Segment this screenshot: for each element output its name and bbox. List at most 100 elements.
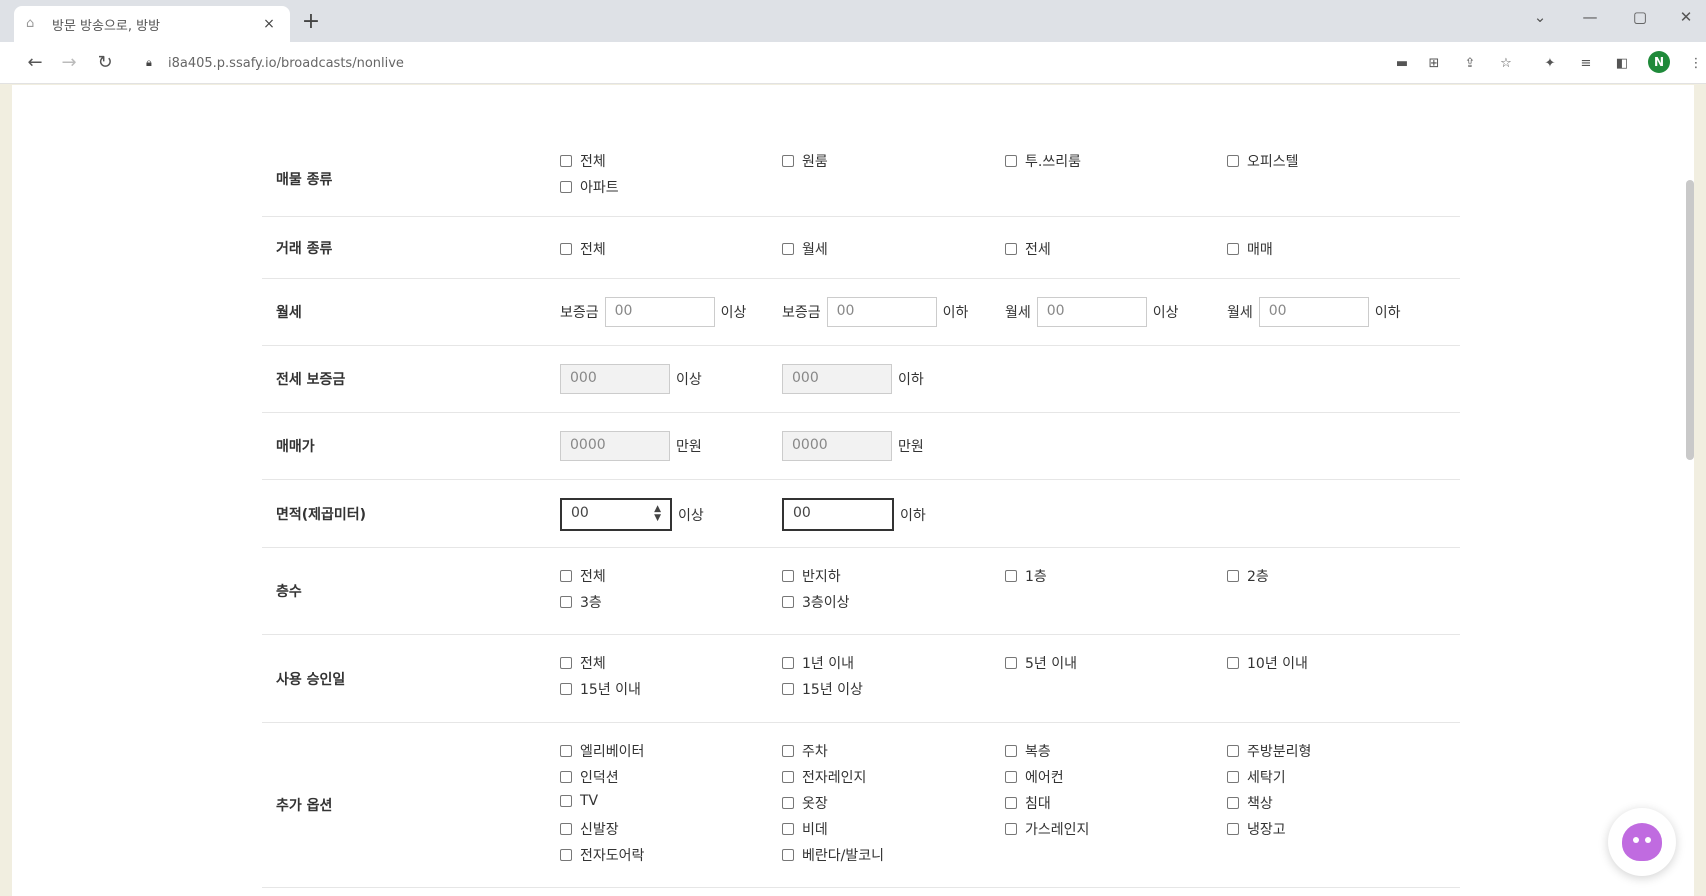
address-bar[interactable]: 🔒︎ i8a405.p.ssafy.io/broadcasts/nonlive	[134, 48, 1384, 78]
checkbox-floor-1[interactable]: 1층	[1005, 566, 1047, 586]
checkbox-label: 5년 이내	[1025, 656, 1077, 672]
deposit-max-input[interactable]: 00	[826, 297, 937, 327]
checkbox-extra-closet[interactable]: 옷장	[782, 793, 828, 813]
checkbox-room-all[interactable]: 전체	[560, 151, 606, 171]
range-prefix: 월세	[1227, 305, 1253, 321]
checkbox-floor-basement[interactable]: 반지하	[782, 566, 841, 586]
checkbox-label: TV	[580, 793, 599, 809]
row-label: 거래 종류	[276, 240, 333, 257]
checkbox-room-oneroom[interactable]: 원룸	[782, 151, 828, 171]
checkbox-label: 3층	[580, 595, 602, 611]
checkbox-floor-all[interactable]: 전체	[560, 566, 606, 586]
checkbox-extra-induction[interactable]: 인덕션	[560, 767, 619, 787]
translate-icon[interactable]: ⊞	[1424, 54, 1444, 74]
checkbox-extra-microwave[interactable]: 전자레인지	[782, 767, 866, 787]
new-tab-button[interactable]: +	[298, 10, 324, 36]
checkbox-extra-washer[interactable]: 세탁기	[1227, 767, 1286, 787]
checkbox-label: 인덕션	[580, 770, 619, 786]
bookmark-star-icon[interactable]: ☆	[1496, 54, 1516, 74]
row-label: 전세 보증금	[276, 372, 346, 388]
sale-min-input[interactable]: 0000	[560, 431, 670, 461]
range-sale-min: 0000 만원	[554, 431, 702, 461]
checkbox-room-officetel[interactable]: 오피스텔	[1227, 151, 1299, 171]
maximize-icon[interactable]: ▢	[1620, 8, 1660, 26]
checkbox-approval-15y-over[interactable]: 15년 이상	[782, 679, 863, 699]
checkbox-extra-tv[interactable]: TV	[560, 793, 598, 809]
range-area-max: 00 이하	[776, 498, 926, 531]
forward-arrow-icon[interactable]: →	[56, 51, 82, 77]
checkbox-extra-parking[interactable]: 주차	[782, 741, 828, 761]
area-max-input[interactable]: 00	[782, 498, 894, 531]
menu-kebab-icon[interactable]: ⋮	[1686, 54, 1706, 74]
area-min-input[interactable]: 00 ▲ ▼	[560, 498, 672, 531]
checkbox-deal-jeonse[interactable]: 전세	[1005, 239, 1051, 259]
camera-icon[interactable]: ▬	[1392, 54, 1412, 74]
range-suffix: 이하	[900, 507, 926, 524]
range-suffix: 이하	[1374, 305, 1401, 321]
range-suffix: 이상	[720, 305, 747, 321]
checkbox-label: 베란다/발코니	[802, 848, 884, 864]
checkbox-extra-door-lock[interactable]: 전자도어락	[560, 845, 644, 865]
lock-icon: 🔒︎	[146, 56, 152, 69]
range-prefix: 보증금	[782, 305, 821, 321]
deposit-min-input[interactable]: 00	[604, 297, 715, 327]
range-jeonse-min: 000 이상	[554, 364, 702, 394]
jeonse-max-input[interactable]: 000	[782, 364, 892, 394]
checkbox-extra-elevator[interactable]: 엘리베이터	[560, 741, 644, 761]
checkbox-extra-bed[interactable]: 침대	[1005, 793, 1051, 813]
checkbox-extra-balcony[interactable]: 베란다/발코니	[782, 845, 884, 865]
range-suffix: 이하	[942, 305, 969, 321]
share-icon[interactable]: ⇪	[1460, 54, 1480, 74]
checkbox-room-tworoom[interactable]: 투.쓰리룸	[1005, 151, 1081, 171]
checkbox-extra-shoe-rack[interactable]: 신발장	[560, 819, 619, 839]
range-area-min: 00 ▲ ▼ 이상	[554, 498, 704, 531]
extensions-icon[interactable]: ✦	[1540, 54, 1560, 74]
checkbox-deal-all[interactable]: 전체	[560, 239, 606, 259]
checkbox-room-apartment[interactable]: 아파트	[560, 177, 619, 197]
checkbox-label: 반지하	[802, 569, 841, 585]
tab-close-icon[interactable]: ×	[260, 16, 278, 32]
checkbox-floor-3plus[interactable]: 3층이상	[782, 592, 850, 612]
range-prefix: 보증금	[560, 305, 599, 321]
checkbox-deal-sale[interactable]: 매매	[1227, 239, 1273, 259]
checkbox-extra-separate-kitchen[interactable]: 주방분리형	[1227, 741, 1311, 761]
checkbox-extra-aircon[interactable]: 에어컨	[1005, 767, 1064, 787]
chatbot-button[interactable]	[1608, 808, 1676, 876]
row-label: 매매가	[276, 439, 315, 455]
checkbox-floor-2[interactable]: 2층	[1227, 566, 1269, 586]
checkbox-extra-duplex[interactable]: 복층	[1005, 741, 1051, 761]
tab-search-icon[interactable]: ⌄	[1520, 8, 1560, 26]
checkbox-label: 에어컨	[1025, 770, 1064, 786]
reload-icon[interactable]: ↻	[92, 51, 118, 77]
checkbox-approval-all[interactable]: 전체	[560, 653, 606, 673]
number-spinner-icon[interactable]: ▲ ▼	[654, 505, 661, 523]
side-panel-icon[interactable]: ◧	[1612, 54, 1632, 74]
checkbox-extra-gas-range[interactable]: 가스레인지	[1005, 819, 1089, 839]
rent-min-input[interactable]: 00	[1036, 297, 1147, 327]
minimize-icon[interactable]: —	[1570, 8, 1610, 26]
checkbox-label: 1년 이내	[802, 656, 854, 672]
back-arrow-icon[interactable]: ←	[22, 51, 48, 77]
reading-list-icon[interactable]: ≡	[1576, 54, 1596, 74]
checkbox-extra-desk[interactable]: 책상	[1227, 793, 1273, 813]
checkbox-label: 10년 이내	[1247, 656, 1308, 672]
scrollbar[interactable]	[1686, 180, 1694, 460]
checkbox-extra-fridge[interactable]: 냉장고	[1227, 819, 1286, 839]
browser-tab[interactable]: ⌂ 방문 방송으로, 방방 ×	[14, 6, 290, 42]
checkbox-approval-15y-within[interactable]: 15년 이내	[560, 679, 641, 699]
window-close-icon[interactable]: ✕	[1666, 8, 1706, 26]
rent-max-input[interactable]: 00	[1258, 297, 1369, 327]
jeonse-min-input[interactable]: 000	[560, 364, 670, 394]
filter-row-monthly: 월세 보증금 00 이상 보증금 00 이하 월세 00 이상 월세 00 이하	[262, 279, 1460, 346]
checkbox-approval-1y[interactable]: 1년 이내	[782, 653, 854, 673]
checkbox-floor-3[interactable]: 3층	[560, 592, 602, 612]
sale-max-input[interactable]: 0000	[782, 431, 892, 461]
range-deposit-min: 보증금 00 이상	[560, 297, 746, 327]
checkbox-label: 전체	[580, 569, 606, 585]
profile-avatar[interactable]: N	[1648, 51, 1670, 73]
checkbox-deal-monthly[interactable]: 월세	[782, 239, 828, 259]
checkbox-extra-bidet[interactable]: 비데	[782, 819, 828, 839]
checkbox-approval-5y[interactable]: 5년 이내	[1005, 653, 1077, 673]
range-suffix: 만원	[898, 439, 924, 455]
checkbox-approval-10y[interactable]: 10년 이내	[1227, 653, 1308, 673]
